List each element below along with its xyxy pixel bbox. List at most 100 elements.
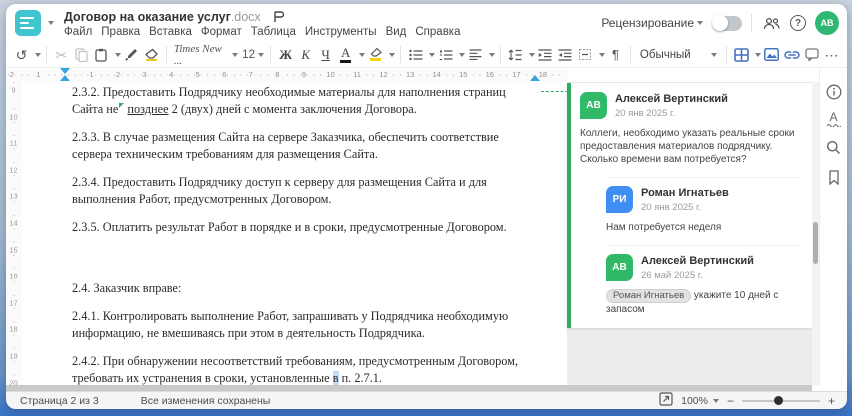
bullet-list-dropdown-caret-icon[interactable] <box>429 52 436 57</box>
comment-author-avatar: АВ <box>606 254 633 281</box>
ruler-number: 11 <box>6 138 21 148</box>
borders-dropdown-caret-icon[interactable] <box>598 52 605 57</box>
underline-button[interactable]: Ч <box>316 44 335 65</box>
first-line-indent-marker[interactable] <box>60 68 70 74</box>
paragraph-2-4-1[interactable]: 2.4.1. Контролировать выполнение Работ, … <box>72 308 535 342</box>
copy-icon[interactable] <box>72 44 91 65</box>
menu-item-tools[interactable]: Инструменты <box>305 26 377 38</box>
paragraph-borders-icon[interactable] <box>576 44 595 65</box>
menu-item-insert[interactable]: Вставка <box>149 26 192 38</box>
collaboration-users-icon[interactable] <box>761 13 781 33</box>
zoom-slider[interactable] <box>741 396 820 405</box>
increase-indent-icon[interactable] <box>556 44 575 65</box>
app-logo-icon[interactable] <box>15 10 41 36</box>
numbered-list-icon[interactable] <box>436 44 455 65</box>
toolbar-separator <box>270 46 272 63</box>
paragraph-2-3-4[interactable]: 2.3.4. Предоставить Подрядчику доступ к … <box>72 174 535 208</box>
font-color-button[interactable]: А <box>336 44 355 65</box>
review-mode-button[interactable]: Рецензирование <box>601 16 703 30</box>
spellcheck-icon[interactable]: А <box>826 111 841 127</box>
ruler-number: 1 <box>35 70 42 79</box>
flag-icon[interactable] <box>273 11 284 23</box>
commented-word[interactable]: позднее <box>127 102 168 116</box>
numbered-list-dropdown-caret-icon[interactable] <box>459 52 466 57</box>
vertical-ruler[interactable]: 9 10 11 12 13 14 15 16 17 18 19 20 <box>6 82 22 388</box>
bullet-list-icon[interactable] <box>406 44 425 65</box>
font-size-select[interactable]: 12 <box>241 44 265 65</box>
cut-button[interactable]: ✂ <box>52 44 71 65</box>
horizontal-ruler[interactable]: 2 1 1 2 3 4 5 6 7 8 9 10 11 12 13 14 15 16 17 18 <box>6 68 567 82</box>
comment-reply[interactable]: АВ Алексей Вертинский 26 май 2025 г. Ром… <box>606 245 800 316</box>
line-spacing-icon[interactable] <box>506 44 525 65</box>
decrease-indent-icon[interactable] <box>536 44 555 65</box>
comment-item[interactable]: АВ Алексей Вертинский 20 янв 2025 г. Кол… <box>580 92 800 166</box>
paragraph-style-select[interactable]: Обычный <box>636 44 721 65</box>
menu-item-table[interactable]: Таблица <box>251 26 296 38</box>
insert-table-icon[interactable] <box>732 44 751 65</box>
menu-item-format[interactable]: Формат <box>201 26 242 38</box>
undo-button[interactable]: ↺ <box>12 44 31 65</box>
font-family-select[interactable]: Times New ... <box>172 43 240 67</box>
document-page[interactable]: 2.3.2. Предоставить Подрядчику необходим… <box>22 82 583 409</box>
user-avatar[interactable]: АВ <box>815 11 839 35</box>
paragraph-2-3-3[interactable]: 2.3.3. В случае размещения Сайта на серв… <box>72 129 535 163</box>
insert-comment-icon[interactable] <box>802 44 821 65</box>
undo-dropdown-caret-icon[interactable] <box>35 52 41 57</box>
paste-dropdown-caret-icon[interactable] <box>114 52 121 57</box>
nonprinting-chars-button[interactable]: ¶ <box>606 44 625 65</box>
zoom-out-button[interactable]: − <box>727 394 734 408</box>
mention-badge[interactable]: Роман Игнатьев <box>606 289 692 303</box>
comment-date: 26 май 2025 г. <box>641 270 703 281</box>
more-tools-button[interactable]: ⋯ <box>822 44 841 65</box>
highlight-dropdown-caret-icon[interactable] <box>389 52 396 57</box>
right-indent-marker[interactable] <box>530 75 540 81</box>
ruler-number: 12 <box>378 70 389 79</box>
menu-item-edit[interactable]: Правка <box>101 26 140 38</box>
zoom-select[interactable]: 100% <box>681 395 719 407</box>
paragraph-2-3-5[interactable]: 2.3.5. Оплатить результат Работ в порядк… <box>72 219 535 236</box>
format-painter-button[interactable] <box>122 44 141 65</box>
ruler-number: 17 <box>511 70 522 79</box>
menu-bar: Файл Правка Вставка Формат Таблица Инстр… <box>64 26 461 38</box>
font-color-dropdown-caret-icon[interactable] <box>359 52 366 57</box>
insert-image-icon[interactable] <box>762 44 781 65</box>
vertical-scrollbar[interactable] <box>812 82 819 385</box>
scrollbar-thumb[interactable] <box>813 222 818 264</box>
zoom-slider-thumb[interactable] <box>773 396 783 405</box>
menu-item-help[interactable]: Справка <box>415 26 460 38</box>
fit-width-icon[interactable] <box>659 392 673 409</box>
paste-button[interactable] <box>92 44 111 65</box>
line-spacing-dropdown-caret-icon[interactable] <box>528 52 535 57</box>
document-text[interactable]: 2.3.2. Предоставить Подрядчику необходим… <box>72 84 535 409</box>
paragraph-2-3-2[interactable]: 2.3.2. Предоставить Подрядчику необходим… <box>72 84 535 118</box>
comment-text: Коллеги, необходимо указать реальные сро… <box>580 128 795 165</box>
ruler-number: 16 <box>6 271 21 281</box>
page-counter[interactable]: Страница 2 из 3 <box>20 395 99 407</box>
comment-thread[interactable]: АВ Алексей Вертинский 20 янв 2025 г. Кол… <box>567 83 812 328</box>
logo-dropdown-caret-icon[interactable] <box>48 21 54 25</box>
comment-author-avatar: АВ <box>580 92 607 119</box>
paragraph-2-4[interactable]: 2.4. Заказчик вправе: <box>72 280 535 297</box>
chevron-down-icon <box>232 52 239 57</box>
align-dropdown-caret-icon[interactable] <box>489 52 496 57</box>
menu-item-file[interactable]: Файл <box>64 26 92 38</box>
highlight-color-button[interactable] <box>366 44 385 65</box>
menu-item-view[interactable]: Вид <box>386 26 407 38</box>
toolbar-separator <box>46 46 47 63</box>
comment-reply[interactable]: РИ Роман Игнатьев 20 янв 2025 г. Нам пот… <box>606 177 800 234</box>
document-info-icon[interactable] <box>824 82 843 101</box>
toolbar-separator <box>726 46 728 63</box>
table-dropdown-caret-icon[interactable] <box>755 52 762 57</box>
italic-button[interactable]: К <box>296 44 315 65</box>
search-icon[interactable] <box>824 138 843 157</box>
clear-style-eraser-icon[interactable] <box>142 44 161 65</box>
align-button-icon[interactable] <box>466 44 485 65</box>
help-button[interactable]: ? <box>790 15 806 31</box>
left-indent-marker[interactable] <box>60 75 70 81</box>
bookmark-icon[interactable] <box>824 168 843 187</box>
insert-link-icon[interactable] <box>782 44 801 65</box>
review-toggle[interactable] <box>712 15 742 31</box>
bold-button[interactable]: Ж <box>276 44 295 65</box>
paragraph-2-4-2[interactable]: 2.4.2. При обнаружении несоответствий тр… <box>72 353 535 387</box>
zoom-in-button[interactable]: + <box>828 394 835 408</box>
